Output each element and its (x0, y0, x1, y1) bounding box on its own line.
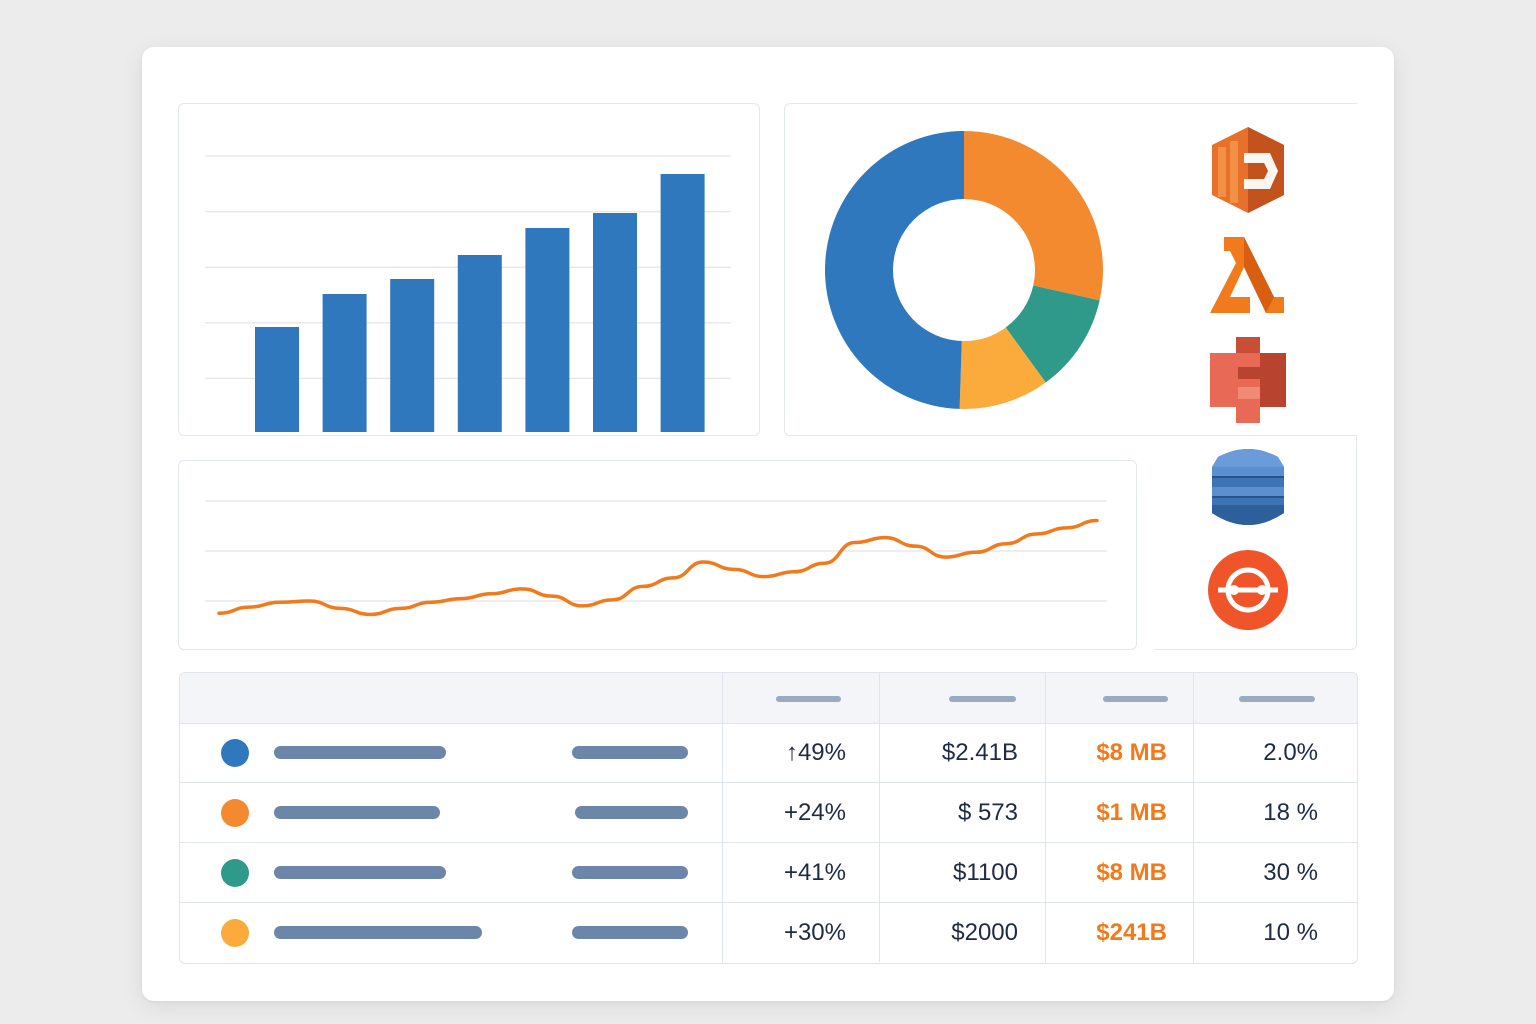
row-label-placeholder (274, 746, 446, 759)
cell-change: +41% (783, 859, 846, 886)
cell-amount: $2000 (951, 919, 1018, 946)
aws-s3-icon[interactable] (1208, 337, 1288, 423)
cell-size: $8 MB (1096, 859, 1167, 886)
column-header-change[interactable] (776, 696, 841, 702)
bar-mark[interactable] (457, 255, 502, 432)
row-label-placeholder (274, 926, 482, 939)
row-label-placeholder (274, 866, 446, 879)
row-label-placeholder (274, 806, 440, 819)
table-row[interactable]: +30% $2000 $241B 10 % (180, 903, 1357, 962)
cell-pct: 2.0% (1263, 739, 1318, 766)
cell-pct: 10 % (1263, 919, 1318, 946)
column-header-size[interactable] (1103, 696, 1168, 702)
cell-size: $8 MB (1096, 739, 1167, 766)
row-sublabel-placeholder (572, 866, 688, 879)
cell-amount: $1100 (953, 859, 1018, 886)
status-dot (221, 739, 249, 767)
line-chart (205, 500, 1107, 617)
donut-chart (824, 131, 1103, 410)
bar-chart (205, 155, 731, 432)
row-sublabel-placeholder (572, 746, 688, 759)
bar-mark[interactable] (593, 213, 637, 432)
line-chart-panel (178, 460, 1137, 650)
table-row[interactable]: ↑49% $2.41B $8 MB 2.0% (180, 723, 1357, 783)
table-header (180, 673, 1357, 724)
table-row[interactable]: +24% $ 573 $1 MB 18 % (180, 783, 1357, 843)
aws-compute-icon[interactable] (1208, 127, 1288, 213)
status-dot (221, 859, 249, 887)
cell-change: +24% (783, 799, 846, 826)
status-dot (221, 919, 249, 947)
cell-amount: $ 573 (957, 799, 1018, 826)
cell-pct: 18 % (1263, 799, 1318, 826)
bar-mark[interactable] (255, 327, 299, 432)
bar-mark[interactable] (660, 174, 705, 432)
aws-dynamodb-icon[interactable] (1208, 445, 1288, 525)
row-sublabel-placeholder (572, 926, 688, 939)
bar-mark[interactable] (525, 228, 570, 432)
bar-chart-panel (178, 103, 760, 436)
donut-slice[interactable] (824, 131, 964, 409)
status-dot (221, 799, 249, 827)
column-header-percent[interactable] (1239, 696, 1315, 702)
bar-mark[interactable] (390, 279, 435, 432)
aws-globe-service-icon[interactable] (1208, 550, 1288, 630)
dashboard-card: ↑49% $2.41B $8 MB 2.0% +24% $ 573 $1 MB 18 % +41… (142, 47, 1394, 1001)
cell-pct: 30 % (1263, 859, 1318, 886)
data-table: ↑49% $2.41B $8 MB 2.0% +24% $ 573 $1 MB 18 % +41… (179, 672, 1358, 964)
cell-size: $1 MB (1096, 799, 1167, 826)
bar-mark[interactable] (322, 294, 367, 432)
cell-amount: $2.41B (941, 739, 1018, 766)
aws-lambda-icon[interactable] (1208, 235, 1288, 315)
row-sublabel-placeholder (575, 806, 688, 819)
cell-change: ↑49% (785, 739, 846, 766)
cell-change: +30% (783, 919, 846, 946)
table-row[interactable]: +41% $1100 $8 MB 30 % (180, 843, 1357, 903)
donut-slice[interactable] (964, 131, 1103, 301)
cell-size: $241B (1096, 919, 1167, 946)
column-header-amount[interactable] (949, 696, 1016, 702)
